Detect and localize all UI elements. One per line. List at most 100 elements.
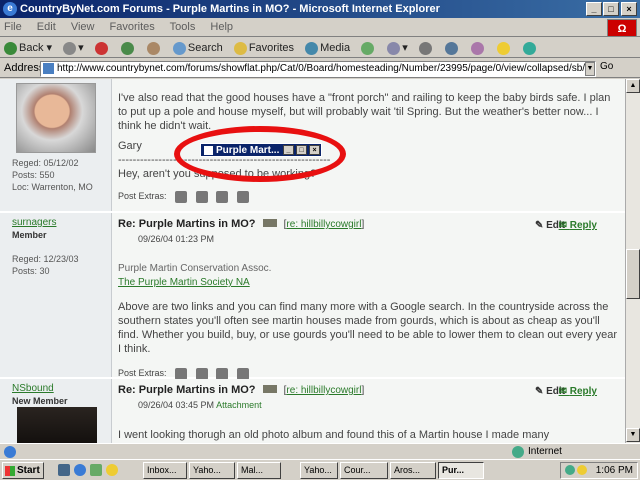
close-button[interactable]: ×	[621, 2, 637, 16]
menu-bar: File Edit View Favorites Tools Help	[0, 18, 640, 37]
post3-author-panel: NSbound New Member	[0, 379, 112, 443]
media-label: Media	[320, 42, 351, 54]
bookmark-icon[interactable]	[236, 367, 249, 380]
post3-role: New Member	[12, 396, 68, 406]
message-icon	[262, 219, 277, 227]
favorites-button[interactable]: Favorites	[233, 38, 295, 57]
research-button[interactable]	[523, 38, 538, 57]
post2-posts: Posts: 30	[12, 266, 50, 276]
print-post-icon[interactable]	[175, 367, 188, 380]
edit-page-button[interactable]	[444, 38, 460, 57]
stop-button[interactable]	[94, 38, 110, 57]
discuss-icon	[470, 41, 484, 55]
post1-reged: Reged: 05/12/02	[12, 158, 79, 168]
remind-icon[interactable]	[216, 190, 229, 203]
internet-explorer-icon: e	[3, 2, 17, 16]
post2-re-link[interactable]: re: hillbillycowgirl	[286, 219, 361, 230]
taskbar: Start Inbox... Yaho... Mal... Yaho... Co…	[0, 459, 640, 480]
messenger-icon[interactable]	[106, 464, 118, 476]
forward-button[interactable]: ▾	[63, 38, 84, 57]
scroll-up-button[interactable]: ▲	[626, 79, 640, 93]
vertical-scrollbar[interactable]: ▲ ▼	[625, 79, 640, 443]
print-icon	[418, 41, 432, 55]
post1-extras-label: Post Extras:	[118, 191, 167, 201]
network-icon[interactable]	[565, 465, 575, 475]
status-bar: Internet	[0, 443, 640, 459]
window-title-bar[interactable]: e CountryByNet.com Forums - Purple Marti…	[0, 0, 640, 18]
notify-icon[interactable]	[195, 190, 208, 203]
address-input[interactable]: http://www.countrybynet.com/forums/showf…	[40, 61, 596, 77]
refresh-button[interactable]	[120, 38, 136, 57]
menu-view[interactable]: View	[71, 21, 95, 33]
menu-tools[interactable]: Tools	[170, 21, 196, 33]
post3-username[interactable]: NSbound	[12, 383, 99, 395]
history-icon	[361, 41, 375, 55]
post2-date: 09/26/04 01:23 PM	[138, 234, 215, 244]
task-purple-martins[interactable]: Pur...	[438, 462, 484, 479]
address-dropdown-button[interactable]: ▼	[585, 62, 595, 76]
post2-username[interactable]: surnagers	[12, 217, 99, 229]
post2-role: Member	[12, 230, 47, 240]
post2-title[interactable]: Re: Purple Martins in MO?	[118, 218, 256, 230]
page-icon	[43, 63, 54, 74]
print-button[interactable]	[418, 38, 434, 57]
media-button[interactable]: Media	[305, 38, 351, 57]
messenger-button[interactable]	[497, 38, 512, 57]
smiley-icon[interactable]	[577, 465, 587, 475]
task-aros[interactable]: Aros...	[390, 462, 436, 479]
bookmark-icon[interactable]	[236, 190, 249, 203]
favorites-icon	[233, 41, 247, 55]
edit-icon: ✎	[534, 386, 547, 397]
post1-posts: Posts: 550	[12, 170, 55, 180]
notify-icon[interactable]	[195, 367, 208, 380]
post3-reply-button[interactable]: ✉ Reply	[559, 385, 597, 399]
post2-body-panel: Re: Purple Martins in MO? [re: hillbilly…	[112, 213, 625, 380]
menu-favorites[interactable]: Favorites	[110, 21, 155, 33]
history-button[interactable]	[361, 38, 376, 57]
avatar	[15, 83, 96, 153]
minimize-button[interactable]: _	[586, 2, 602, 16]
post2-reply-label: Reply	[569, 220, 597, 231]
red-highlight-circle	[174, 126, 346, 182]
post1-author-panel: Reged: 05/12/02 Posts: 550 Loc: Warrento…	[0, 79, 112, 211]
discuss-button[interactable]	[470, 38, 486, 57]
status-zone: Internet	[528, 446, 562, 457]
mail-button[interactable]: ▾	[387, 38, 408, 57]
task-inbox[interactable]: Inbox...	[143, 462, 187, 479]
window-title: CountryByNet.com Forums - Purple Martins…	[20, 3, 440, 15]
post3-re-link[interactable]: re: hillbillycowgirl	[286, 385, 361, 396]
task-yahoo-2[interactable]: Yaho...	[300, 462, 338, 479]
address-label: Address	[4, 62, 45, 74]
back-button[interactable]: Back ▾	[4, 38, 52, 57]
scroll-thumb[interactable]	[626, 249, 640, 299]
page-status-icon	[4, 446, 16, 458]
remind-icon[interactable]	[216, 367, 229, 380]
task-country[interactable]: Cour...	[340, 462, 388, 479]
search-button[interactable]: Search	[172, 38, 223, 57]
post2-reply-button[interactable]: ✉ Reply	[559, 219, 597, 233]
task-mail[interactable]: Mal...	[237, 462, 281, 479]
go-button[interactable]: Go	[600, 61, 613, 72]
task-yahoo-1[interactable]: Yaho...	[189, 462, 235, 479]
desktop-icon[interactable]	[58, 464, 70, 476]
post2-society-link[interactable]: The Purple Martin Society NA	[118, 276, 619, 290]
post3-title[interactable]: Re: Purple Martins in MO?	[118, 384, 256, 396]
home-button[interactable]	[146, 38, 162, 57]
menu-help[interactable]: Help	[210, 21, 233, 33]
print-post-icon[interactable]	[175, 190, 188, 203]
ie-quicklaunch-icon[interactable]	[74, 464, 86, 476]
start-button[interactable]: Start	[2, 462, 44, 479]
menu-file[interactable]: File	[4, 21, 22, 33]
home-icon	[146, 41, 160, 55]
post2-extras-label: Post Extras:	[118, 368, 167, 378]
outlook-icon[interactable]	[90, 464, 102, 476]
brand-logo-icon: Ω	[607, 19, 637, 37]
scroll-down-button[interactable]: ▼	[626, 428, 640, 442]
post3-attachment-link[interactable]: Attachment	[216, 400, 262, 410]
reply-icon: ✉	[558, 220, 570, 231]
maximize-button[interactable]: □	[603, 2, 619, 16]
menu-edit[interactable]: Edit	[37, 21, 56, 33]
post1-location: Loc: Warrenton, MO	[12, 182, 93, 192]
post3-body: I went looking thorugh an old photo albu…	[118, 429, 550, 441]
favorites-label: Favorites	[248, 42, 295, 54]
